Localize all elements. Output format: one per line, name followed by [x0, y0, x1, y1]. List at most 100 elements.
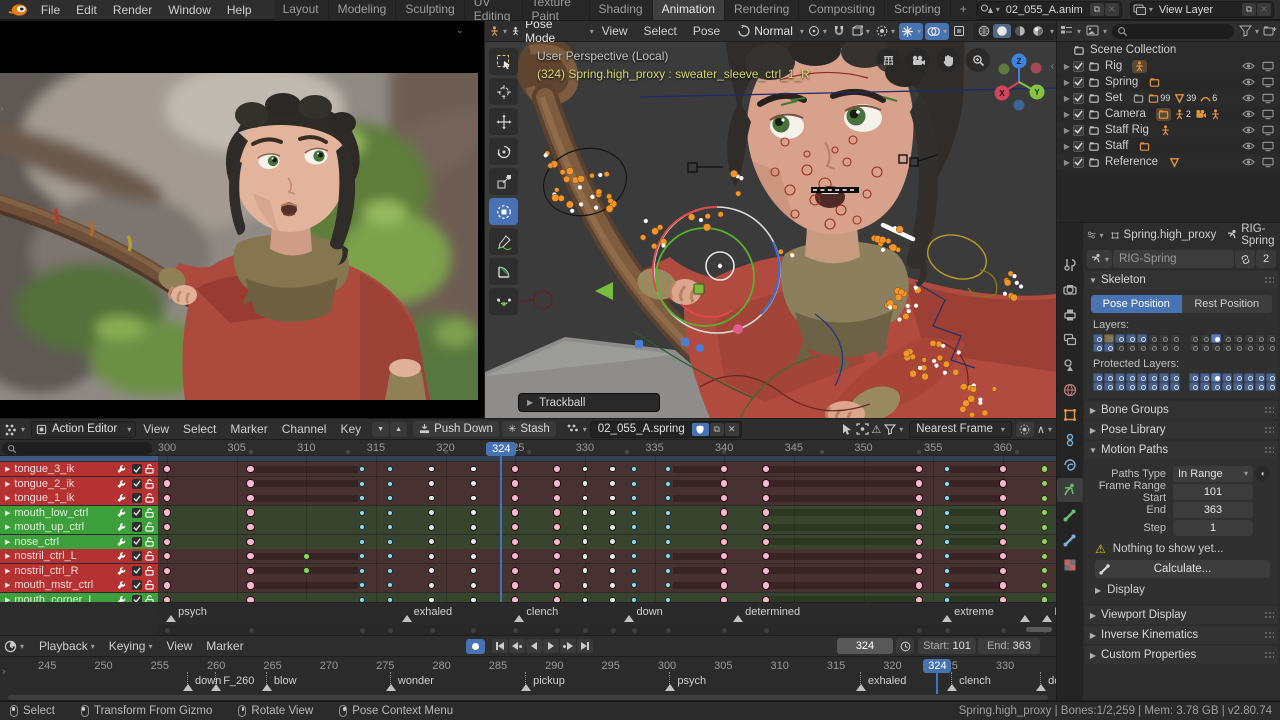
keyframe[interactable]: [386, 495, 393, 502]
armature-dropdown[interactable]: ▾: [1087, 250, 1113, 268]
properties-tab-render-icon[interactable]: [1057, 278, 1083, 302]
keyframe[interactable]: [470, 523, 477, 531]
layer-toggle[interactable]: [1200, 343, 1210, 352]
action-name-field[interactable]: 02_055_A.spring ⧉ ✕: [589, 420, 742, 438]
layer-toggle[interactable]: [1200, 373, 1210, 382]
outliner-row-spring[interactable]: ▶ Spring: [1057, 74, 1280, 90]
layer-toggle[interactable]: [1266, 373, 1276, 382]
layer-toggle[interactable]: [1148, 373, 1158, 382]
layer-toggle[interactable]: [1126, 373, 1136, 382]
keyframe[interactable]: [470, 465, 477, 473]
play-button[interactable]: [543, 639, 559, 653]
jump-next-keyframe-button[interactable]: [560, 639, 576, 653]
dopesheet-menu-view[interactable]: View: [136, 422, 176, 436]
keyframe[interactable]: [630, 538, 637, 545]
properties-tab-constraints-icon[interactable]: [1057, 428, 1083, 452]
dopesheet-menu-select[interactable]: Select: [176, 422, 223, 436]
timeline-menu-marker[interactable]: Marker: [199, 639, 250, 653]
3d-viewport[interactable]: ▾ Pose Mode ▾ View Select Pose Normal ▾ ▾ ▾ ▾ ▾ ▾ ▾ U…: [485, 21, 1056, 418]
orientation-dropdown[interactable]: Normal ▾: [738, 23, 804, 40]
timeline-editor-type-dropdown[interactable]: ▾: [4, 640, 24, 653]
channel-tongue_3_ik[interactable]: ▶ tongue_3_ik: [0, 462, 158, 476]
timeline-marker-triangle[interactable]: [183, 684, 194, 691]
dopesheet-key-area[interactable]: ▶ tongue_3_ik ▶ tongue_2_ik ▶ tongue_1_ik ▶ mou…: [0, 456, 1056, 602]
layer-toggle[interactable]: [1159, 343, 1169, 352]
filter-icon[interactable]: ▾: [884, 423, 903, 435]
camera-preview-viewport[interactable]: ⌄ ›: [0, 21, 484, 418]
keyframe[interactable]: [630, 524, 637, 531]
push-down-button[interactable]: Push Down: [413, 421, 499, 437]
layer-toggle[interactable]: [1200, 382, 1210, 391]
layer-toggle[interactable]: [1115, 373, 1125, 382]
layer-toggle[interactable]: [1266, 334, 1276, 343]
keyframe[interactable]: [246, 537, 255, 546]
current-frame-field[interactable]: 324: [837, 638, 893, 654]
properties-tab-scene-icon[interactable]: [1057, 353, 1083, 377]
keyframe[interactable]: [998, 581, 1007, 590]
breadcrumb-object[interactable]: Spring.high_proxy: [1124, 229, 1217, 241]
tool-measure[interactable]: [489, 258, 518, 285]
disable-viewport-icon[interactable]: [1262, 141, 1274, 152]
layer-toggle[interactable]: [1159, 382, 1169, 391]
topbar-menu-window[interactable]: Window: [160, 3, 219, 17]
dopesheet-ruler[interactable]: 3003053103153203253303353403453503553603…: [0, 441, 1056, 456]
outliner-filter-mode-icon[interactable]: [1086, 25, 1100, 37]
channel-search-input[interactable]: [2, 442, 152, 455]
disable-viewport-icon[interactable]: [1262, 77, 1274, 88]
only-errors-icon[interactable]: ⚠: [871, 423, 881, 436]
remove-view-layer-button[interactable]: ✕: [1256, 3, 1271, 16]
keyframe[interactable]: [998, 508, 1007, 517]
grid-toggle-icon[interactable]: [876, 48, 900, 72]
keyframe[interactable]: [581, 582, 589, 589]
layer-toggle[interactable]: [1244, 334, 1254, 343]
keyframe[interactable]: [630, 553, 637, 560]
keyframe[interactable]: [630, 495, 637, 502]
outliner-search-input[interactable]: [1112, 23, 1234, 39]
gizmos-toggle[interactable]: ▾: [898, 22, 923, 40]
viewport-menu-pose[interactable]: Pose: [685, 24, 728, 38]
navigation-gizmo[interactable]: Z X Y: [990, 51, 1048, 113]
disable-viewport-icon[interactable]: [1262, 109, 1274, 120]
xray-toggle[interactable]: [951, 23, 967, 40]
viewport-display-panel-header[interactable]: ▶ Viewport Display: [1085, 606, 1278, 624]
layer-toggle[interactable]: [1126, 334, 1136, 343]
tab-scripting[interactable]: Scripting: [885, 0, 951, 20]
keyframe[interactable]: [246, 581, 255, 590]
keyframe[interactable]: [386, 567, 393, 574]
properties-tab-data-icon[interactable]: [1057, 478, 1083, 502]
keyframe[interactable]: [944, 538, 951, 545]
keyframe[interactable]: [162, 508, 172, 517]
motion-paths-panel-header[interactable]: ▼ Motion Paths: [1085, 441, 1278, 459]
layer-toggle[interactable]: [1115, 343, 1125, 352]
keyframe[interactable]: [428, 552, 436, 560]
disable-viewport-icon[interactable]: [1262, 157, 1274, 168]
timeline-marker-triangle[interactable]: [665, 684, 676, 691]
properties-tab-world-icon[interactable]: [1057, 378, 1083, 402]
keyframe[interactable]: [998, 479, 1007, 488]
layer-toggle[interactable]: [1148, 382, 1158, 391]
outliner-row-set[interactable]: ▶ Set 99 39 6: [1057, 90, 1280, 106]
layer-toggle[interactable]: [1170, 373, 1180, 382]
keyframe[interactable]: [998, 537, 1007, 546]
keyframe[interactable]: [428, 582, 436, 589]
marker-triangle[interactable]: [942, 615, 953, 622]
layer-toggle[interactable]: [1170, 382, 1180, 391]
layer-toggle[interactable]: [1093, 373, 1103, 382]
operator-panel-trackball[interactable]: ▶ Trackball: [518, 393, 660, 412]
keyframe[interactable]: [998, 566, 1007, 576]
channel-tongue_2_ik[interactable]: ▶ tongue_2_ik: [0, 476, 158, 491]
outliner-row-rig[interactable]: ▶ Rig: [1057, 58, 1280, 74]
channel-nose_ctrl[interactable]: ▶ nose_ctrl: [0, 534, 158, 549]
frame-end-field[interactable]: End: 363: [978, 638, 1040, 654]
skeleton-panel-header[interactable]: ▼ Skeleton: [1085, 271, 1278, 289]
keyframe[interactable]: [470, 552, 477, 560]
keyframe[interactable]: [470, 538, 477, 546]
pose-library-panel-header[interactable]: ▶ Pose Library: [1085, 421, 1278, 439]
tab-sculpting[interactable]: Sculpting: [396, 0, 465, 20]
layer-toggle[interactable]: [1104, 382, 1114, 391]
keyframe[interactable]: [552, 581, 562, 590]
outliner-row-reference[interactable]: ▶ Reference: [1057, 154, 1280, 170]
hide-eye-icon[interactable]: [1242, 93, 1255, 103]
tool-annotate[interactable]: [489, 228, 518, 255]
layer-toggle[interactable]: [1159, 373, 1169, 382]
